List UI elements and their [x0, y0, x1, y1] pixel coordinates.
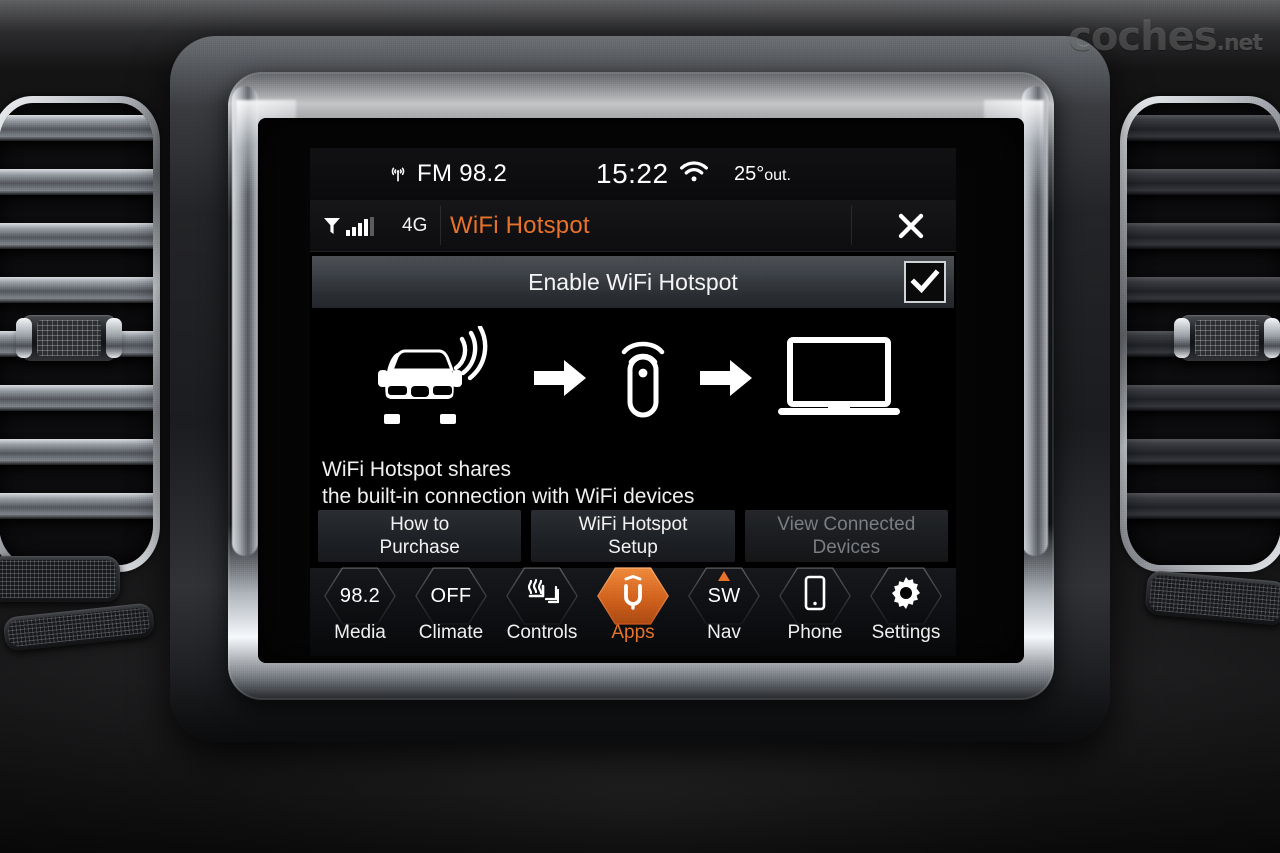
view-connected-devices-line2: Devices: [812, 537, 881, 558]
nav-item-media[interactable]: 98.2 Media: [316, 567, 404, 644]
view-connected-devices-button[interactable]: View Connected Devices: [744, 510, 948, 562]
nav-item-apps[interactable]: Apps: [589, 567, 677, 644]
status-temperature: 25°out.: [734, 163, 791, 186]
nav-label-phone: Phone: [787, 622, 843, 643]
checkmark-icon: [910, 269, 940, 294]
watermark-suffix: .net: [1216, 31, 1263, 56]
network-type-label: 4G: [402, 214, 428, 236]
nav-item-nav[interactable]: SW Nav: [680, 567, 768, 644]
arrow-right-icon: [532, 358, 588, 403]
nav-item-phone[interactable]: Phone: [771, 567, 859, 644]
heated-seat-icon: [525, 577, 560, 615]
status-time: 15:22: [596, 158, 669, 189]
vent-slats-right: [1127, 103, 1280, 565]
arrow-right-icon: [698, 358, 754, 403]
speaker-grille-right: [1144, 569, 1280, 627]
view-connected-devices-line1: View Connected: [777, 514, 916, 535]
vent-slats-left: [0, 103, 153, 565]
nav-item-climate[interactable]: OFF Climate: [407, 567, 495, 644]
titlebar-divider-left: [440, 206, 441, 245]
gear-icon: [888, 575, 924, 617]
nav-label-media: Media: [334, 622, 386, 643]
status-radio-group: FM 98.2: [388, 160, 507, 188]
nav-label-nav: Nav: [707, 622, 741, 643]
status-radio-band: FM 98.2: [417, 160, 508, 187]
status-clock-group: 15:22: [596, 158, 709, 190]
uconnect-logo-icon: [618, 574, 648, 617]
car-broadcasting-icon: [364, 324, 510, 435]
nav-label-climate: Climate: [418, 622, 484, 643]
how-to-purchase-button[interactable]: How to Purchase: [318, 510, 522, 562]
laptop-icon: [776, 336, 902, 425]
hotspot-illustration: [310, 320, 956, 440]
hotspot-device-icon: [610, 326, 676, 435]
speaker-grille-left: [0, 556, 120, 602]
smartphone-icon: [804, 575, 826, 617]
status-temperature-suffix: out.: [764, 166, 791, 184]
vent-thumbwheel-right[interactable]: [1174, 315, 1280, 361]
action-button-row: How to Purchase WiFi Hotspot Setup View …: [318, 510, 948, 562]
nav-label-settings: Settings: [871, 622, 941, 643]
radio-frequency-icon: 98.2: [339, 584, 381, 607]
page-title: WiFi Hotspot: [450, 211, 590, 239]
how-to-purchase-line2: Purchase: [379, 537, 460, 558]
titlebar-divider-right: [851, 206, 852, 245]
air-vent-right[interactable]: [1120, 96, 1280, 572]
air-vent-left[interactable]: [0, 96, 160, 572]
wifi-hotspot-setup-button[interactable]: WiFi Hotspot Setup: [531, 510, 735, 562]
compass-heading-icon: SW: [707, 570, 741, 608]
nav-heading-label: SW: [707, 584, 741, 607]
status-bar: FM 98.2 15:22 25°out.: [310, 148, 956, 200]
title-bar: 4G WiFi Hotspot: [310, 200, 956, 252]
bottom-navigation-bar: 98.2 Media OFF Climate Controls Apps SW …: [310, 567, 956, 656]
nav-label-controls: Controls: [506, 622, 578, 643]
vent-thumbwheel-left[interactable]: [16, 315, 122, 361]
enable-wifi-hotspot-row[interactable]: Enable WiFi Hotspot: [312, 256, 954, 308]
enable-wifi-hotspot-label: Enable WiFi Hotspot: [528, 268, 738, 295]
car-dashboard: FM 98.2 15:22 25°out. 4G WiFi Hotspot En…: [0, 0, 1280, 853]
hotspot-description-line1: WiFi Hotspot shares: [322, 458, 512, 481]
close-icon[interactable]: [894, 209, 928, 243]
speaker-grille-left-lower: [2, 602, 156, 652]
nav-item-controls[interactable]: Controls: [498, 567, 586, 644]
hotspot-description-line2: the built-in connection with WiFi device…: [322, 485, 695, 508]
infotainment-screen: FM 98.2 15:22 25°out. 4G WiFi Hotspot En…: [310, 148, 956, 656]
climate-off-icon: OFF: [430, 584, 472, 607]
signal-bars: [346, 216, 374, 236]
wifi-hotspot-setup-line2: Setup: [608, 537, 658, 558]
hotspot-description: WiFi Hotspot shares the built-in connect…: [322, 456, 956, 510]
broadcast-icon: [388, 164, 408, 184]
nav-item-settings[interactable]: Settings: [862, 567, 950, 644]
wifi-icon: [679, 160, 709, 189]
nav-label-apps: Apps: [611, 622, 655, 643]
bezel-chrome-pillar-right: [1022, 86, 1048, 556]
status-temperature-value: 25°: [734, 162, 765, 185]
wifi-hotspot-setup-line1: WiFi Hotspot: [578, 514, 688, 535]
bezel-chrome-pillar-left: [232, 86, 258, 556]
enable-wifi-hotspot-checkbox[interactable]: [904, 261, 946, 303]
how-to-purchase-line1: How to: [390, 514, 450, 535]
cellular-signal-icon: [322, 216, 374, 236]
